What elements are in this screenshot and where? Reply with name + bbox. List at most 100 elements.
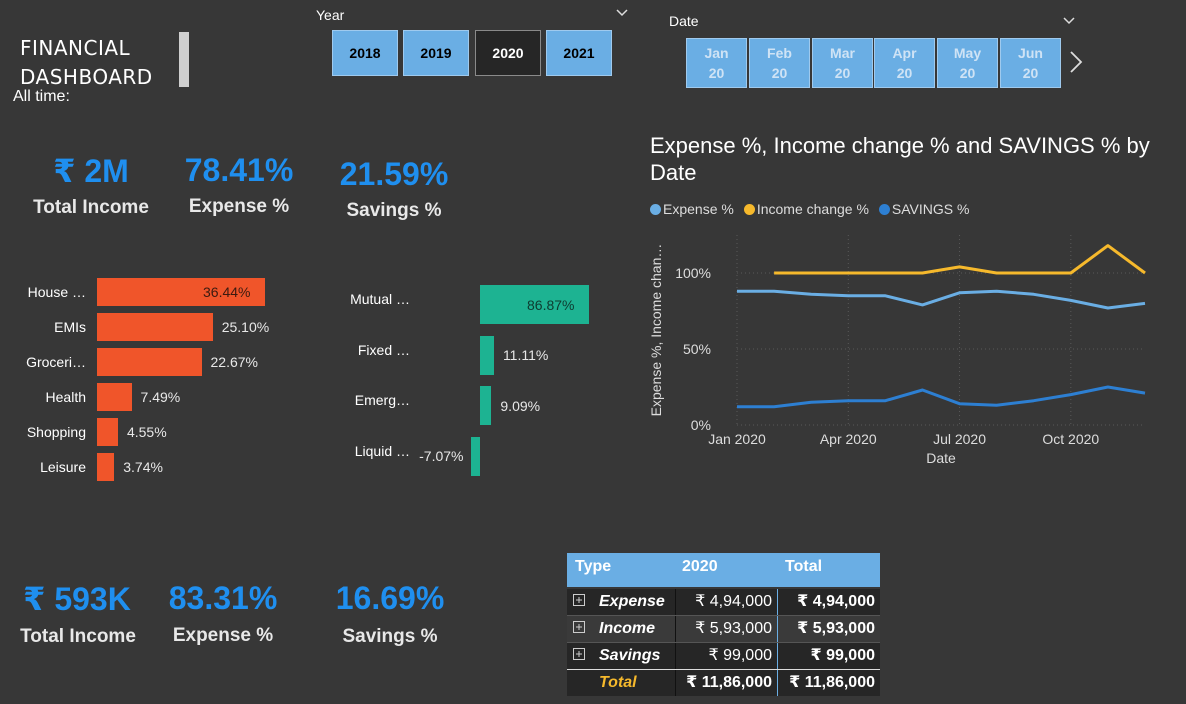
date-button-mar[interactable]: Mar 20	[812, 38, 873, 88]
row-total-value: ₹ 4,94,000	[777, 589, 875, 615]
year-button-2019[interactable]: 2019	[403, 30, 469, 76]
row-total-value: ₹ 5,93,000	[777, 616, 875, 642]
year-chevron-down-icon[interactable]	[615, 5, 629, 21]
year-slicer-label: Year	[316, 7, 345, 23]
bar-value-label: 25.10%	[221, 319, 270, 335]
date-year: 20	[1022, 65, 1039, 81]
bar-value-label: 9.09%	[500, 397, 541, 414]
legend-item-savings[interactable]: SAVINGS %	[878, 201, 970, 217]
date-button-may[interactable]: May 20	[937, 38, 998, 88]
legend-dot-icon	[878, 203, 890, 215]
date-button-feb[interactable]: Feb 20	[749, 38, 810, 88]
date-button-jun[interactable]: Jun 20	[1000, 38, 1061, 88]
bar-category-label: Health	[45, 389, 86, 405]
all-time-label: All time:	[13, 88, 70, 105]
table-row[interactable]: Savings ₹ 99,000 ₹ 99,000	[567, 643, 880, 670]
bar[interactable]	[97, 383, 132, 411]
table-total-row: Total ₹ 11,86,000 ₹ 11,86,000	[567, 670, 880, 696]
bar[interactable]	[97, 453, 115, 481]
y-tick-label: 50%	[683, 341, 711, 357]
total-total-value: ₹ 11,86,000	[777, 670, 875, 696]
bar-value-label: 7.49%	[140, 389, 181, 405]
y-axis-title: Expense %, Income chan…	[648, 244, 664, 417]
date-year: 20	[834, 65, 851, 81]
date-slicer-label: Date	[669, 13, 699, 29]
kpi-savings-label: Savings %	[346, 200, 442, 221]
bar-value-label: 11.11%	[502, 347, 549, 363]
date-month: Jun	[1018, 45, 1043, 61]
kpi-total-income-value: ₹ 2M	[53, 153, 129, 189]
line-chart-plot: 0%50%100%Jan 2020 Apr 2020 Jul 2020 Oct 202…	[648, 235, 1146, 466]
year-button-2020[interactable]: 2020	[475, 30, 541, 76]
date-year: 20	[771, 65, 788, 81]
legend-label: SAVINGS %	[891, 201, 970, 217]
row-2020-value: ₹ 99,000	[675, 643, 772, 669]
x-axis-title: Date	[926, 450, 956, 466]
date-month: Mar	[830, 45, 855, 61]
bar-value-label: 4.55%	[126, 424, 167, 440]
title-accent-bar	[179, 32, 189, 87]
date-month: Jan	[704, 45, 729, 61]
date-year: 20	[896, 65, 913, 81]
x-tick-label: Jul 2020	[933, 431, 986, 447]
year-button-2021[interactable]: 2021	[546, 30, 612, 76]
expand-plus-icon[interactable]	[573, 620, 585, 638]
table-row[interactable]: Expense ₹ 4,94,000 ₹ 4,94,000	[567, 589, 880, 616]
row-2020-value: ₹ 5,93,000	[675, 616, 772, 642]
chevron-right-icon[interactable]	[1068, 50, 1084, 79]
expand-plus-icon[interactable]	[573, 647, 585, 665]
bar-category-label: EMIs	[54, 319, 86, 335]
bar[interactable]	[480, 335, 494, 375]
kpi-savings-value: 21.59%	[339, 156, 449, 192]
dashboard-title: FINANCIAL DASHBOARD	[20, 34, 153, 92]
bar[interactable]	[97, 418, 118, 446]
header-2020[interactable]: 2020	[682, 558, 718, 576]
bar-category-label: Emerg…	[354, 392, 410, 408]
row-type: Expense	[599, 593, 665, 610]
legend-item-expense[interactable]: Expense %	[650, 201, 734, 217]
date-chevron-down-icon[interactable]	[1062, 13, 1076, 29]
y-tick-label: 100%	[675, 265, 711, 281]
header-type[interactable]: Type	[575, 558, 611, 576]
table-row[interactable]: Income ₹ 5,93,000 ₹ 5,93,000	[567, 616, 880, 643]
kpi-expense-value: 78.41%	[184, 152, 294, 188]
kpi-bottom-income-value: ₹ 593K	[23, 581, 131, 617]
title-line-1: FINANCIAL	[20, 36, 131, 60]
expand-plus-icon[interactable]	[573, 593, 585, 611]
legend-dot-icon	[650, 203, 661, 215]
bar-category-label: Mutual …	[350, 291, 410, 307]
total-2020-value: ₹ 11,86,000	[675, 670, 772, 696]
date-button-jan[interactable]: Jan 20	[686, 38, 747, 88]
bar-category-label: Fixed …	[357, 341, 410, 358]
expense-category-bar-chart: House … 36.44% EMIs 25.10% Groceri… 22.67% Hea…	[0, 270, 300, 490]
bar-category-label: Leisure	[40, 459, 86, 475]
row-type: Savings	[599, 647, 661, 664]
bar-category-label: Groceri…	[26, 354, 86, 370]
date-button-apr[interactable]: Apr 20	[874, 38, 935, 88]
table-header-row: Type 2020 Total	[567, 553, 880, 587]
bar[interactable]	[471, 436, 480, 476]
legend-label: Expense %	[663, 201, 734, 217]
kpi-bottom-expense-value: 83.31%	[168, 580, 278, 616]
date-month: Feb	[767, 45, 792, 61]
bar-category-label: Liquid …	[354, 442, 410, 459]
kpi-bottom-savings-value: 16.69%	[335, 580, 445, 616]
legend-item-income-change[interactable]: Income change %	[743, 201, 869, 217]
bar[interactable]	[480, 386, 492, 425]
kpi-total-income-label: Total Income	[33, 197, 149, 218]
kpi-bottom-income-label: Total Income	[20, 626, 136, 647]
header-total[interactable]: Total	[785, 558, 822, 576]
kpi-bottom-savings-label: Savings %	[342, 626, 438, 647]
savings-category-bar-chart: Mutual … 86.87% Fixed … 11.11% Emerg… 9.09% Li…	[320, 280, 620, 480]
bar-value-label: -7.07%	[419, 448, 464, 464]
legend-label: Income change %	[756, 201, 869, 217]
date-year: 20	[959, 65, 976, 81]
row-total-value: ₹ 99,000	[777, 643, 875, 669]
kpi-expense-label: Expense %	[188, 196, 290, 217]
bar[interactable]	[97, 313, 213, 341]
bar[interactable]	[97, 348, 202, 376]
year-button-2018[interactable]: 2018	[332, 30, 398, 76]
x-tick-label: Oct 2020	[1042, 431, 1099, 447]
line-chart-title: Expense %, Income change % and SAVINGS %…	[650, 133, 1150, 185]
x-tick-label: Apr 2020	[820, 431, 877, 447]
